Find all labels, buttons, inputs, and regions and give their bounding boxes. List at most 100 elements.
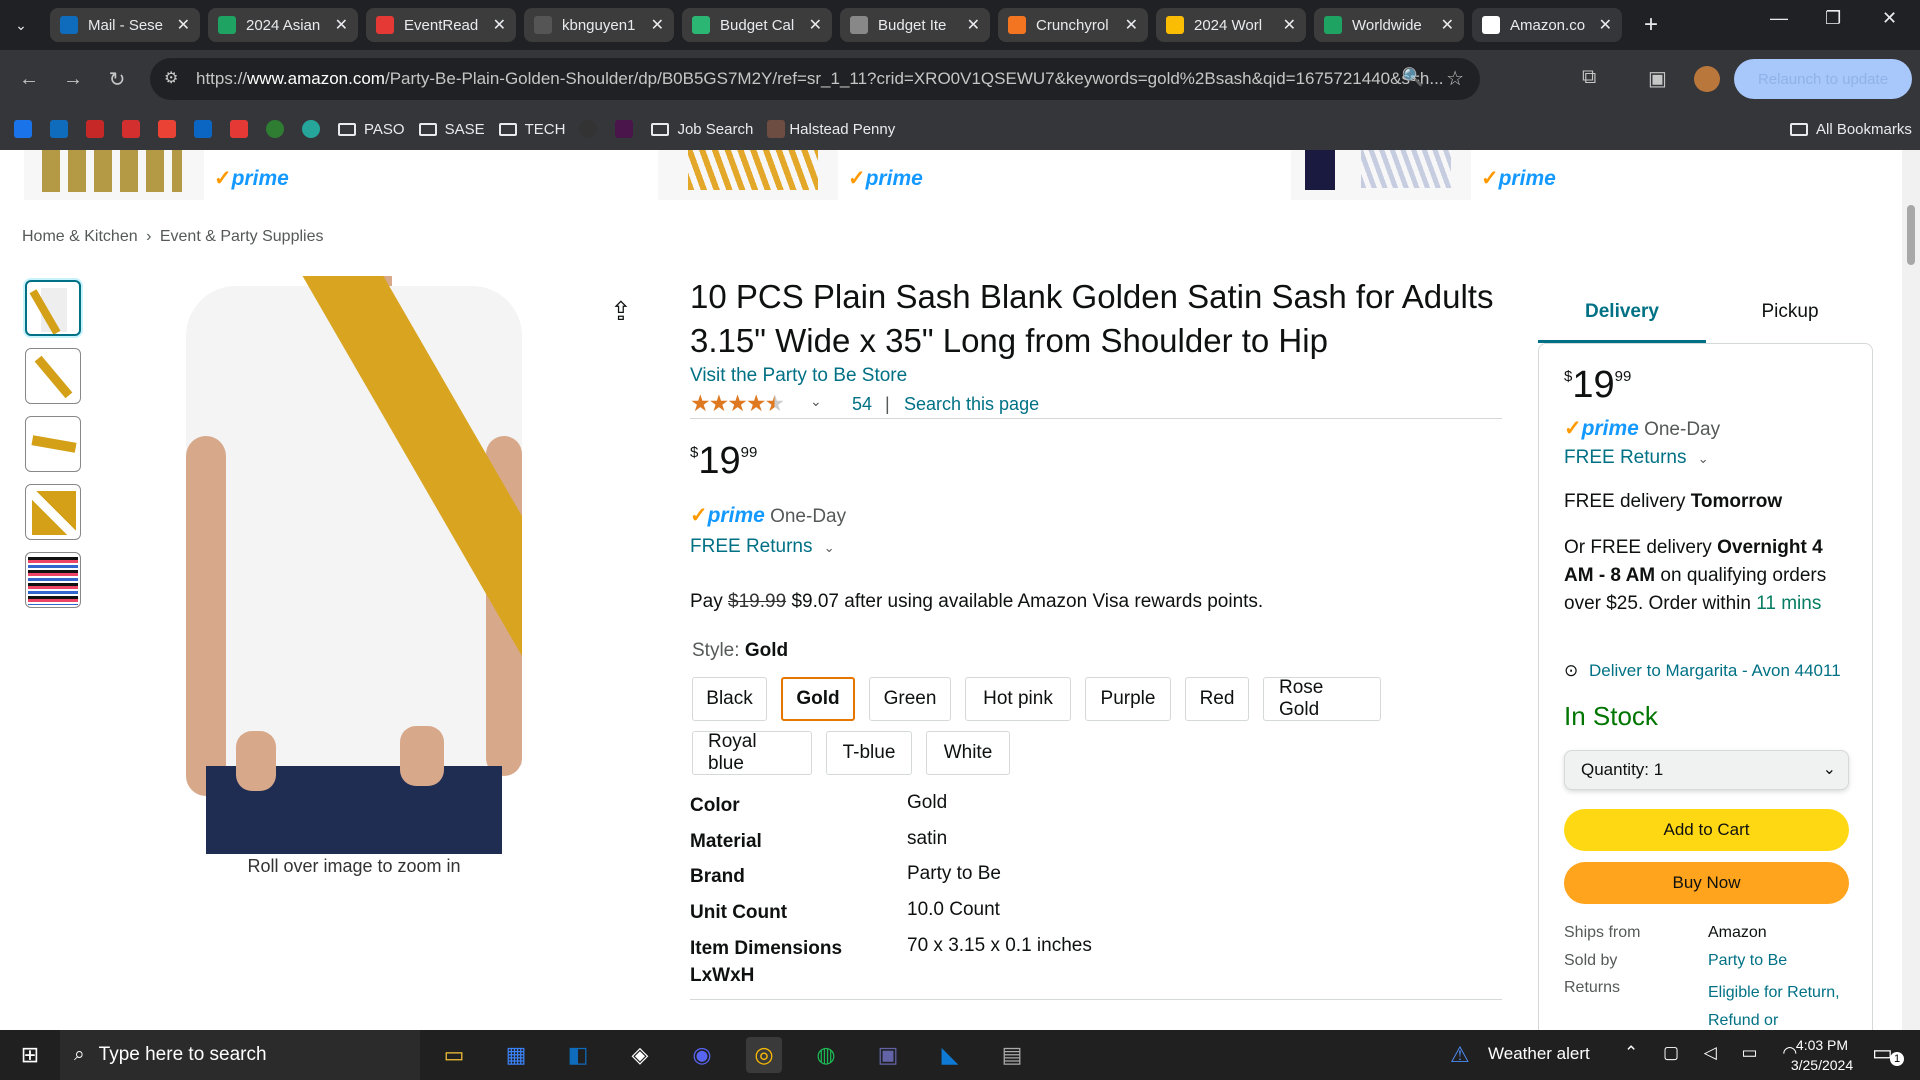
browser-tab[interactable]: Budget Ite ✕: [840, 8, 990, 42]
quantity-select[interactable]: Quantity: 1 ⌄: [1564, 750, 1849, 790]
spotify-app-icon[interactable]: ◍: [808, 1037, 844, 1073]
bookmark-halstead[interactable]: Halstead Penny: [767, 120, 895, 138]
style-option-purple[interactable]: Purple: [1085, 677, 1171, 721]
star-rating[interactable]: ★★★★★: [690, 390, 785, 417]
close-window-icon[interactable]: ✕: [1882, 8, 1897, 29]
tab-close-icon[interactable]: ✕: [967, 15, 980, 35]
deliver-to-link[interactable]: ⊙ Deliver to Margarita - Avon 44011: [1564, 661, 1841, 681]
buybox-free-returns[interactable]: FREE Returns ⌄: [1564, 447, 1709, 469]
discord-app-icon[interactable]: ◉: [684, 1037, 720, 1073]
slack-bookmark-icon[interactable]: [615, 120, 637, 138]
tab-close-icon[interactable]: ✕: [1283, 15, 1296, 35]
browser-tab[interactable]: EventRead ✕: [366, 8, 516, 42]
unity-app-icon[interactable]: ◈: [622, 1037, 658, 1073]
tab-delivery[interactable]: Delivery: [1538, 293, 1706, 343]
style-option-royal-blue[interactable]: Royal blue: [692, 731, 812, 775]
linkedin-bookmark-icon[interactable]: [194, 120, 216, 138]
store-link[interactable]: Visit the Party to Be Store: [690, 365, 907, 387]
minimize-icon[interactable]: —: [1770, 8, 1788, 29]
browser-tab[interactable]: 2024 Asian ✕: [208, 8, 358, 42]
restore-icon[interactable]: ❐: [1825, 8, 1841, 29]
browser-tab[interactable]: Amazon.co ✕: [1472, 8, 1622, 42]
database-app-icon[interactable]: ▤: [994, 1037, 1030, 1073]
all-bookmarks[interactable]: All Bookmarks: [1790, 121, 1912, 138]
site-info-icon[interactable]: ⚙: [164, 68, 178, 88]
tab-search-icon[interactable]: ⌄: [0, 17, 42, 34]
new-tab-button[interactable]: +: [1644, 11, 1658, 39]
tab-close-icon[interactable]: ✕: [1599, 15, 1612, 35]
sync-bookmark-icon[interactable]: [302, 120, 324, 138]
tab-close-icon[interactable]: ✕: [335, 15, 348, 35]
scrollbar-thumb[interactable]: [1907, 205, 1915, 265]
thumbnail-5[interactable]: [25, 552, 81, 608]
sponsored-item-3[interactable]: [1291, 150, 1471, 200]
bookmark-paso[interactable]: PASO: [338, 121, 405, 138]
back-icon[interactable]: ←: [14, 68, 44, 91]
search-this-page[interactable]: Search this page: [904, 394, 1039, 415]
zoom-icon[interactable]: 🔍: [1402, 67, 1424, 88]
extensions-icon[interactable]: ⧉: [1582, 66, 1596, 89]
style-option-rose-gold[interactable]: Rose Gold: [1263, 677, 1381, 721]
teams-app-icon[interactable]: ▣: [870, 1037, 906, 1073]
style-option-t-blue[interactable]: T-blue: [826, 731, 912, 775]
bookmark-star-icon[interactable]: ☆: [1446, 66, 1464, 91]
chrome-app-icon[interactable]: ◎: [746, 1037, 782, 1073]
red-bookmark-icon[interactable]: [86, 120, 108, 138]
sponsored-item-2[interactable]: [658, 150, 838, 200]
tab-close-icon[interactable]: ✕: [1441, 15, 1454, 35]
bookmark-tech[interactable]: TECH: [498, 121, 565, 138]
calendar-app-icon[interactable]: ▦: [498, 1037, 534, 1073]
browser-tab[interactable]: 2024 Worl ✕: [1156, 8, 1306, 42]
tab-close-icon[interactable]: ✕: [809, 15, 822, 35]
free-returns-link[interactable]: FREE Returns ⌄: [690, 536, 835, 558]
browser-tab[interactable]: Worldwide ✕: [1314, 8, 1464, 42]
tab-close-icon[interactable]: ✕: [177, 15, 190, 35]
browser-tab[interactable]: Crunchyrol ✕: [998, 8, 1148, 42]
vscode-app-icon[interactable]: ◣: [932, 1037, 968, 1073]
tab-close-icon[interactable]: ✕: [651, 15, 664, 35]
add-to-cart-button[interactable]: Add to Cart: [1564, 809, 1849, 851]
share-icon[interactable]: ⇪: [610, 296, 632, 327]
browser-tab[interactable]: Budget Cal ✕: [682, 8, 832, 42]
breadcrumb-party-supplies[interactable]: Event & Party Supplies: [160, 228, 324, 245]
outlook-bookmark-icon[interactable]: [50, 120, 72, 138]
rating-chevron-icon[interactable]: ⌄: [810, 393, 822, 410]
reload-icon[interactable]: ↻: [102, 67, 132, 92]
file-explorer-icon[interactable]: ▭: [436, 1037, 472, 1073]
rating-count[interactable]: 54: [852, 394, 872, 415]
github-bookmark-icon[interactable]: [579, 120, 601, 138]
green-bookmark-icon[interactable]: [266, 120, 288, 138]
weather-alert-icon[interactable]: ⚠: [1450, 1042, 1470, 1068]
taskbar-search[interactable]: ⌕ Type here to search: [60, 1030, 420, 1080]
browser-tab[interactable]: Mail - Sese ✕: [50, 8, 200, 42]
clock[interactable]: 4:03 PM 3/25/2024: [1772, 1035, 1872, 1075]
bookmark-sase[interactable]: SASE: [418, 121, 485, 138]
style-option-green[interactable]: Green: [869, 677, 951, 721]
style-option-hot-pink[interactable]: Hot pink: [965, 677, 1071, 721]
notification-icon[interactable]: ▭: [1872, 1040, 1893, 1066]
style-option-white[interactable]: White: [926, 731, 1010, 775]
returns-link[interactable]: Eligible for Return, Refund or: [1708, 979, 1858, 1030]
tab-pickup[interactable]: Pickup: [1706, 293, 1874, 343]
style-option-gold[interactable]: Gold: [781, 677, 855, 721]
tab-close-icon[interactable]: ✕: [493, 15, 506, 35]
thumbnail-1[interactable]: [25, 280, 81, 336]
profile-avatar[interactable]: [1694, 66, 1720, 92]
sold-by-link[interactable]: Party to Be: [1708, 952, 1787, 970]
weather-alert-label[interactable]: Weather alert: [1488, 1044, 1590, 1064]
relaunch-button[interactable]: Relaunch to update: [1734, 59, 1912, 99]
news-bookmark-icon[interactable]: [122, 120, 144, 138]
gmail-bookmark-icon[interactable]: [158, 120, 180, 138]
breadcrumb-home-kitchen[interactable]: Home & Kitchen: [22, 228, 138, 245]
handshake-bookmark-icon[interactable]: [230, 120, 252, 138]
side-panel-icon[interactable]: ▣: [1648, 66, 1667, 91]
style-option-black[interactable]: Black: [692, 677, 767, 721]
outlook-app-icon[interactable]: ◧: [560, 1037, 596, 1073]
thumbnail-2[interactable]: [25, 348, 81, 404]
thumbnail-4[interactable]: [25, 484, 81, 540]
buy-now-button[interactable]: Buy Now: [1564, 862, 1849, 904]
tab-close-icon[interactable]: ✕: [1125, 15, 1138, 35]
bookmark-job-search[interactable]: Job Search: [651, 121, 753, 138]
page-scrollbar[interactable]: [1902, 150, 1920, 1030]
style-option-red[interactable]: Red: [1185, 677, 1249, 721]
